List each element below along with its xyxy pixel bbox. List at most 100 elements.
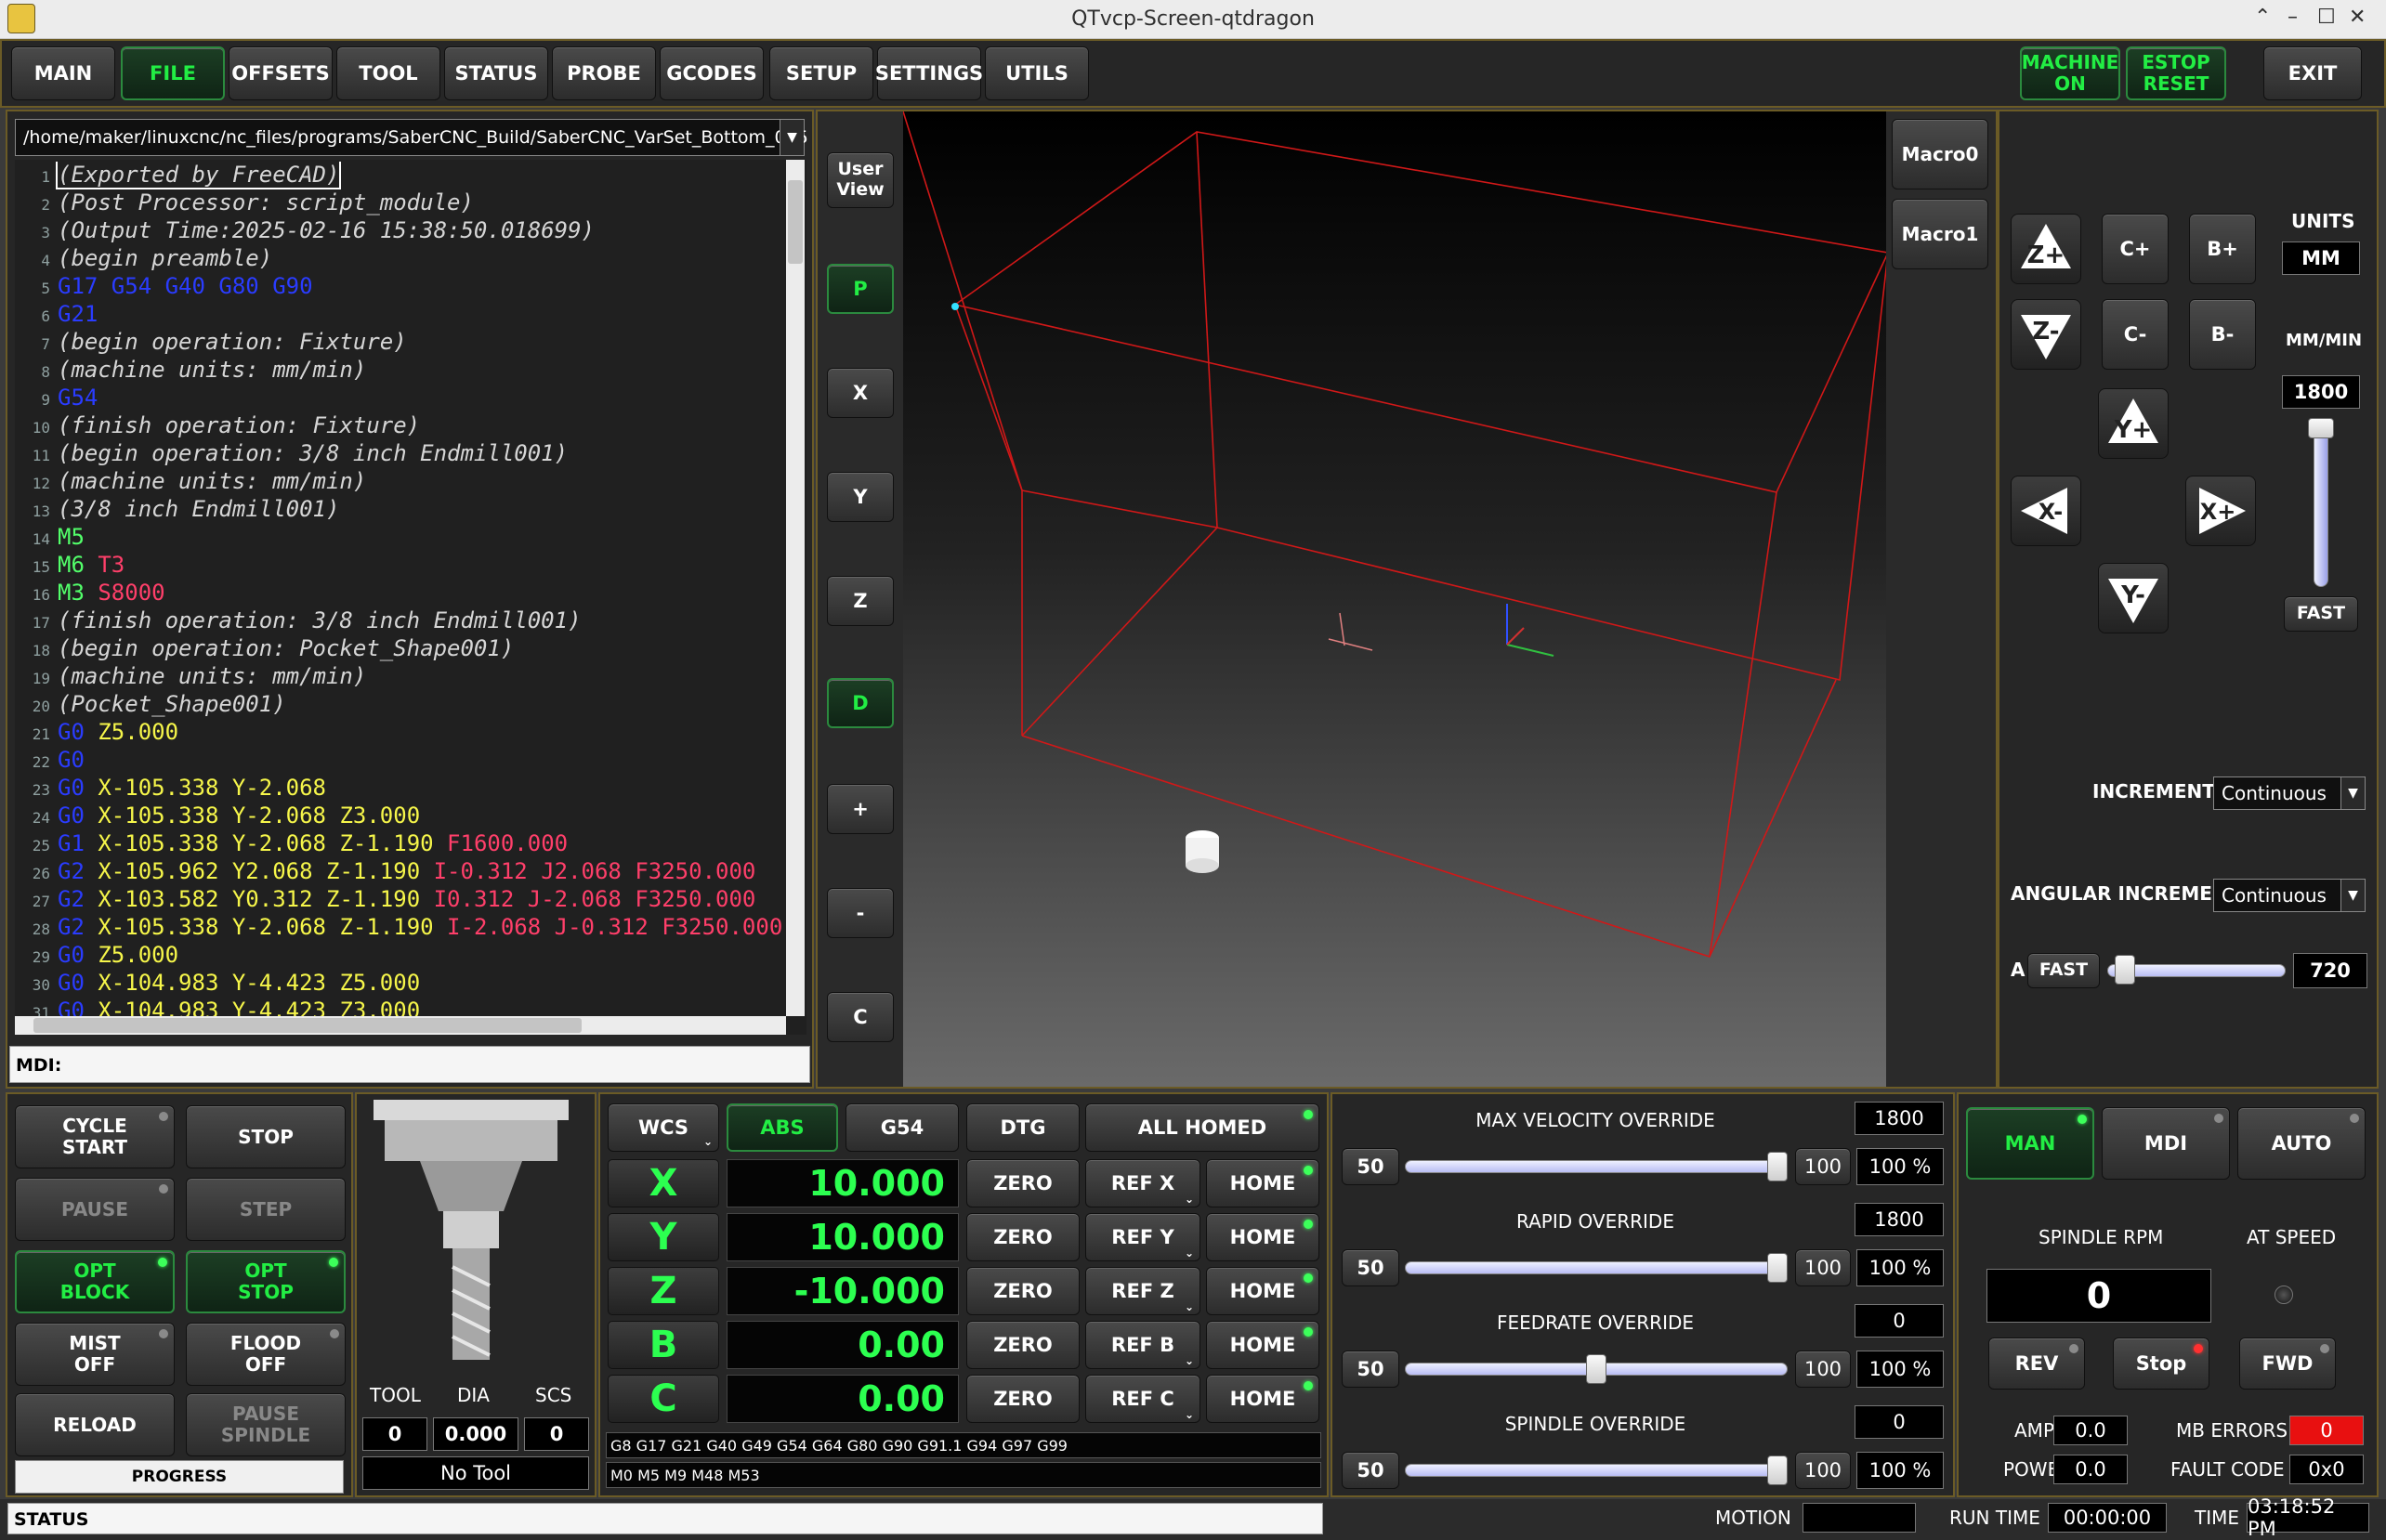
all-homed-button[interactable]: ALL HOMED: [1085, 1103, 1319, 1152]
jog-c-minus-button[interactable]: C-: [2102, 299, 2169, 370]
view-button-user[interactable]: User View: [827, 152, 894, 208]
jog-rate-knob[interactable]: [2308, 418, 2334, 438]
estop-reset-button[interactable]: ESTOP RESET: [2126, 46, 2226, 100]
minimize-icon[interactable]: –: [2288, 6, 2298, 29]
override-slider[interactable]: [1405, 1160, 1788, 1173]
axis-y-button[interactable]: Y: [608, 1213, 719, 1261]
dtg-button[interactable]: DTG: [966, 1103, 1080, 1152]
override-min-button[interactable]: 50: [1342, 1148, 1399, 1185]
stop-button[interactable]: STOP: [186, 1105, 346, 1168]
flood-button[interactable]: FLOOD OFF: [186, 1323, 346, 1386]
pause-button[interactable]: PAUSE: [15, 1178, 175, 1241]
view-button-zoom-in[interactable]: +: [827, 784, 894, 834]
fast-button[interactable]: FAST: [2284, 596, 2358, 632]
axis-b-button[interactable]: B: [608, 1321, 719, 1369]
zero-y-button[interactable]: ZERO: [966, 1213, 1080, 1261]
machine-on-button[interactable]: MACHINE ON: [2020, 46, 2120, 100]
override-slider-knob[interactable]: [1767, 1455, 1788, 1485]
axis-x-button[interactable]: X: [608, 1159, 719, 1207]
tab-offsets[interactable]: OFFSETS: [229, 46, 333, 100]
jog-rate-slider[interactable]: [2314, 420, 2328, 587]
ref-b-button[interactable]: REF B ⌄: [1085, 1321, 1200, 1369]
tab-gcodes[interactable]: GCODES: [660, 46, 764, 100]
a-rate-knob[interactable]: [2115, 955, 2135, 985]
mdi-mode-button[interactable]: MDI: [2102, 1107, 2230, 1180]
jog-z-minus-button[interactable]: Z-: [2011, 299, 2081, 370]
tab-probe[interactable]: PROBE: [552, 46, 656, 100]
zero-c-button[interactable]: ZERO: [966, 1375, 1080, 1423]
home-c-button[interactable]: HOME: [1206, 1375, 1319, 1423]
jog-y-minus-button[interactable]: Y-: [2098, 563, 2169, 633]
override-max-button[interactable]: 100: [1795, 1249, 1851, 1286]
view-button-zoom-out[interactable]: -: [827, 888, 894, 938]
mdi-bar[interactable]: MDI:: [9, 1046, 810, 1083]
opt-stop-button[interactable]: OPT STOP: [186, 1250, 346, 1313]
override-min-button[interactable]: 50: [1342, 1249, 1399, 1286]
home-b-button[interactable]: HOME: [1206, 1321, 1319, 1369]
zero-x-button[interactable]: ZERO: [966, 1159, 1080, 1207]
vertical-scrollbar[interactable]: [786, 160, 805, 1016]
override-min-button[interactable]: 50: [1342, 1452, 1399, 1489]
view-button-p[interactable]: P: [827, 264, 894, 314]
tab-status[interactable]: STATUS: [444, 46, 548, 100]
jog-z-plus-button[interactable]: Z+: [2011, 214, 2081, 284]
opt-block-button[interactable]: OPT BLOCK: [15, 1250, 175, 1313]
view-button-y[interactable]: Y: [827, 472, 894, 522]
spindle-rev-button[interactable]: REV: [1988, 1338, 2085, 1390]
spindle-stop-button[interactable]: Stop: [2113, 1338, 2209, 1390]
maximize-icon[interactable]: ☐: [2317, 6, 2336, 29]
tab-file[interactable]: FILE: [121, 46, 225, 100]
axis-z-button[interactable]: Z: [608, 1267, 719, 1315]
jog-b-plus-button[interactable]: B+: [2189, 214, 2256, 284]
jog-y-plus-button[interactable]: Y+: [2098, 388, 2169, 459]
man-mode-button[interactable]: MAN: [1966, 1107, 2094, 1180]
view-button-c[interactable]: C: [827, 992, 894, 1042]
wcs-button[interactable]: WCS ⌄: [608, 1103, 719, 1152]
macro-1-button[interactable]: Macro1: [1892, 199, 1988, 269]
cycle-start-button[interactable]: CYCLE START: [15, 1105, 175, 1168]
zero-b-button[interactable]: ZERO: [966, 1321, 1080, 1369]
axis-c-button[interactable]: C: [608, 1375, 719, 1423]
tab-utils[interactable]: UTILS: [985, 46, 1089, 100]
macro-0-button[interactable]: Macro0: [1892, 119, 1988, 189]
close-icon[interactable]: ✕: [2349, 6, 2366, 29]
ref-x-button[interactable]: REF X ⌄: [1085, 1159, 1200, 1207]
home-x-button[interactable]: HOME: [1206, 1159, 1319, 1207]
ref-y-button[interactable]: REF Y ⌄: [1085, 1213, 1200, 1261]
tab-tool[interactable]: TOOL: [336, 46, 440, 100]
mist-button[interactable]: MIST OFF: [15, 1323, 175, 1386]
override-max-button[interactable]: 100: [1795, 1351, 1851, 1388]
toolpath-viewport[interactable]: [902, 111, 1890, 1087]
collapse-icon[interactable]: ⌃: [2254, 6, 2271, 29]
home-y-button[interactable]: HOME: [1206, 1213, 1319, 1261]
tab-main[interactable]: MAIN: [11, 46, 115, 100]
override-max-button[interactable]: 100: [1795, 1452, 1851, 1489]
override-min-button[interactable]: 50: [1342, 1351, 1399, 1388]
file-path-select[interactable]: /home/maker/linuxcnc/nc_files/programs/S…: [15, 119, 808, 156]
override-slider-knob[interactable]: [1586, 1354, 1606, 1384]
override-slider-knob[interactable]: [1767, 1253, 1788, 1283]
pause-spindle-button[interactable]: PAUSE SPINDLE: [186, 1393, 346, 1456]
jog-x-minus-button[interactable]: X-: [2011, 476, 2081, 546]
view-button-z[interactable]: Z: [827, 576, 894, 626]
override-slider[interactable]: [1405, 1261, 1788, 1274]
home-z-button[interactable]: HOME: [1206, 1267, 1319, 1315]
hscroll-thumb[interactable]: [33, 1018, 582, 1033]
ref-z-button[interactable]: REF Z ⌄: [1085, 1267, 1200, 1315]
tab-setup[interactable]: SETUP: [769, 46, 873, 100]
exit-button[interactable]: EXIT: [2263, 46, 2362, 100]
jog-c-plus-button[interactable]: C+: [2102, 214, 2169, 284]
reload-button[interactable]: RELOAD: [15, 1393, 175, 1456]
tab-settings[interactable]: SETTINGS: [875, 46, 983, 100]
view-button-d[interactable]: D: [827, 678, 894, 728]
increments-select[interactable]: Continuous ▼: [2213, 777, 2366, 810]
override-slider-knob[interactable]: [1767, 1152, 1788, 1181]
abs-button[interactable]: ABS: [727, 1103, 838, 1152]
jog-b-minus-button[interactable]: B-: [2189, 299, 2256, 370]
scroll-thumb[interactable]: [788, 180, 803, 264]
override-max-button[interactable]: 100: [1795, 1148, 1851, 1185]
override-slider[interactable]: [1405, 1464, 1788, 1477]
auto-mode-button[interactable]: AUTO: [2237, 1107, 2366, 1180]
spindle-fwd-button[interactable]: FWD: [2239, 1338, 2336, 1390]
angular-increment-select[interactable]: Continuous ▼: [2213, 879, 2366, 912]
